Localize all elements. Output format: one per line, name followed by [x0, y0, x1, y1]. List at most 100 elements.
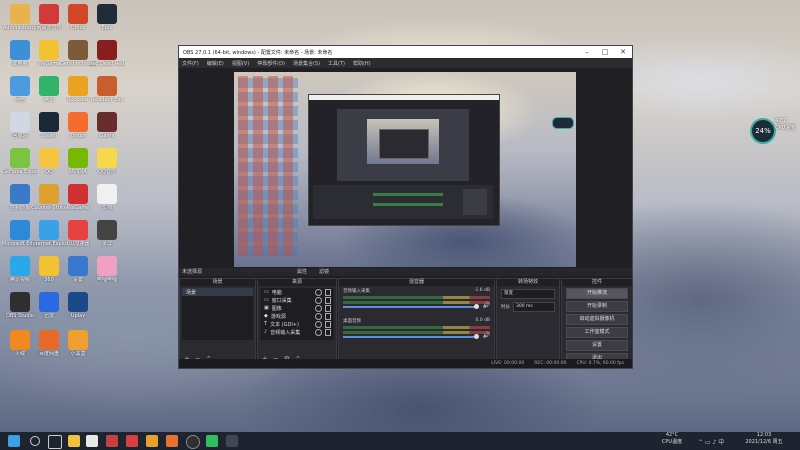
track-db: 0.0 dB [475, 318, 490, 323]
desktop-icon[interactable]: 小黑盒 [60, 330, 96, 357]
menu-scene-collection[interactable]: 场景集合(S) [293, 60, 320, 67]
menu-help[interactable]: 帮助(H) [353, 60, 371, 67]
desktop-icon[interactable]: Uplay [60, 292, 96, 319]
desktop-icon[interactable]: 文档 [89, 184, 125, 211]
menu-file[interactable]: 文件(F) [182, 60, 199, 67]
obs-window[interactable]: OBS 27.0.1 (64-bit, windows) - 配置文件: 未命名… [178, 45, 633, 369]
app-icon[interactable] [226, 435, 238, 447]
minimize-button[interactable]: – [578, 48, 596, 56]
transition-type-select[interactable]: 渐变 [501, 289, 555, 299]
desktop-icon-label: Red Dead Redemption [89, 61, 125, 67]
visibility-icon[interactable] [315, 328, 322, 336]
visibility-icon[interactable] [315, 288, 322, 296]
desktop-icon[interactable]: Epic [89, 4, 125, 31]
scenes-dock: 场景 场景 + − ⌃ ⌄ [179, 278, 256, 366]
app-icon [97, 148, 117, 168]
app-icon [68, 256, 88, 276]
menu-view[interactable]: 视图(V) [232, 60, 249, 67]
source-item[interactable]: ▭ 窗口采集 [260, 296, 334, 304]
start-virtual-camera-button[interactable]: 启动虚拟摄像机 [566, 314, 628, 325]
app-icon [39, 184, 59, 204]
duration-label: 时长 [501, 305, 510, 310]
maximize-button[interactable]: □ [596, 48, 614, 56]
scene-item[interactable]: 场景 [182, 288, 253, 296]
app-icon [39, 330, 59, 350]
speaker-icon[interactable]: 🔊 [483, 302, 490, 309]
obs-preview-canvas[interactable] [234, 72, 576, 267]
lock-icon[interactable] [325, 288, 331, 296]
lock-icon[interactable] [325, 320, 331, 328]
obs-taskbar-icon[interactable] [186, 435, 200, 449]
settings-button[interactable]: 设置 [566, 340, 628, 351]
source-item[interactable]: ◆ 游戏源 [260, 312, 334, 320]
desktop-icon[interactable]: Red Dead Redemption [89, 40, 125, 67]
task-view-icon[interactable] [48, 435, 62, 449]
desktop-icon-label: Resident Evil [90, 97, 124, 103]
lock-icon[interactable] [325, 304, 331, 312]
controls-dock-title: 控件 [562, 279, 632, 286]
app-icon [10, 184, 30, 204]
start-streaming-button[interactable]: 开始推流 [566, 288, 628, 299]
window-icon: ▭ [264, 297, 269, 303]
app-icon [97, 184, 117, 204]
desktop-icon[interactable]: Resident Evil [89, 76, 125, 103]
desktop-icon[interactable]: Game [89, 112, 125, 139]
app-icon [97, 76, 117, 96]
cpu-gauge-info: 42°C CPU温度 [775, 118, 795, 132]
start-recording-button[interactable]: 开始录制 [566, 301, 628, 312]
tray-icons[interactable]: ⌃ ▭ ♪ 中 [698, 437, 724, 446]
volume-slider[interactable] [343, 304, 479, 309]
source-item[interactable]: T 文本 (GDI+) [260, 320, 334, 328]
source-item[interactable]: ▭ 电脑 [260, 288, 334, 296]
speaker-icon[interactable]: 🔊 [483, 332, 490, 339]
app-icon [10, 112, 30, 132]
app-icon[interactable] [206, 435, 218, 447]
filters-button[interactable]: 滤镜 [319, 268, 329, 276]
sources-list: ▭ 电脑 ▭ 窗口采集 ▣ 图像 ◆ 游戏源 T 文本 (GDI+) ♪ 音频输入采集 [260, 288, 334, 340]
app-icon[interactable] [146, 435, 158, 447]
lock-icon[interactable] [325, 296, 331, 304]
close-button[interactable]: ✕ [614, 48, 632, 56]
visibility-icon[interactable] [315, 296, 322, 304]
visibility-icon[interactable] [315, 312, 322, 320]
desktop-icon[interactable]: 哔哩哔哩 [89, 256, 125, 283]
app-icon[interactable] [166, 435, 178, 447]
visibility-icon[interactable] [315, 320, 322, 328]
app-icon [68, 292, 88, 312]
lock-icon[interactable] [325, 312, 331, 320]
duration-input[interactable]: 300 ms [513, 302, 555, 312]
cpu-gauge-widget[interactable]: 24% [750, 118, 776, 144]
scenes-dock-title: 场景 [180, 279, 255, 286]
app-icon [39, 148, 59, 168]
start-icon[interactable] [8, 435, 20, 447]
cpu-status: CPU: 0.7%, 60.00 fps [576, 361, 625, 366]
sources-dock-title: 来源 [258, 279, 336, 286]
desktop-icon[interactable]: 录屏 [89, 220, 125, 247]
app-icon [39, 220, 59, 240]
menu-edit[interactable]: 编辑(E) [207, 60, 224, 67]
cpu-temp-tray[interactable]: 42°C CPU温度 [655, 432, 689, 446]
file-explorer-icon[interactable] [68, 435, 80, 447]
volume-slider[interactable] [343, 334, 479, 339]
mixer-track: 桌面音频 0.0 dB 🔊 [339, 318, 494, 344]
calendar-icon[interactable] [86, 435, 98, 447]
obs-window-title: OBS 27.0.1 (64-bit, windows) - 配置文件: 未命名… [183, 49, 333, 56]
visibility-icon[interactable] [315, 304, 322, 312]
studio-mode-button[interactable]: 工作室模式 [566, 327, 628, 338]
clock-date: 2021/12/6 周五 [745, 439, 783, 445]
clock[interactable]: 12:03 2021/12/6 周五 [738, 432, 790, 446]
search-icon[interactable] [30, 436, 40, 446]
obs-titlebar[interactable]: OBS 27.0.1 (64-bit, windows) - 配置文件: 未命名… [179, 46, 632, 58]
desktop-icon[interactable]: QQ音乐 [89, 148, 125, 175]
source-item[interactable]: ▣ 图像 [260, 304, 334, 312]
source-item[interactable]: ♪ 音频输入采集 [260, 328, 334, 336]
properties-button[interactable]: 属性 [297, 268, 307, 276]
volume-meter [343, 331, 490, 334]
lock-icon[interactable] [325, 328, 331, 336]
app-icon[interactable] [106, 435, 118, 447]
menu-tools[interactable]: 工具(T) [328, 60, 345, 67]
app-icon[interactable] [126, 435, 138, 447]
app-icon [39, 292, 59, 312]
desktop-icon-label: Game [99, 133, 115, 139]
menu-docks[interactable]: 停靠部件(D) [257, 60, 285, 67]
